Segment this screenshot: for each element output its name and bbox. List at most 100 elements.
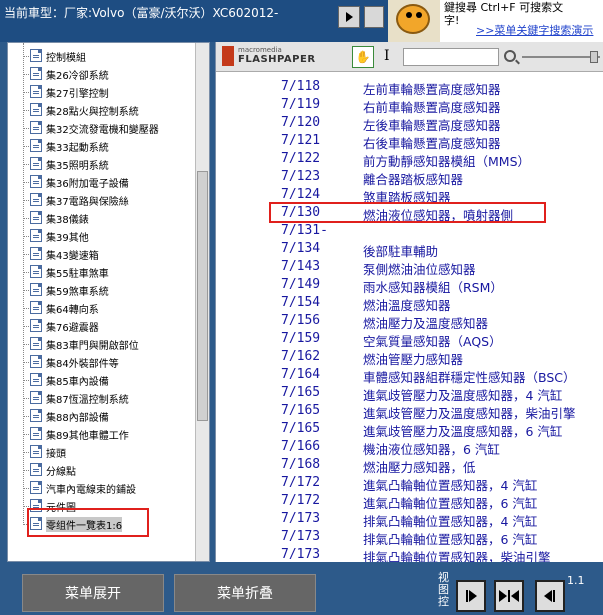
tree-item[interactable]: 控制模組: [8, 47, 196, 65]
document-row: 7/165 進氣歧管壓力及溫度感知器，6 汽缸: [216, 421, 603, 439]
component-code: 7/124: [281, 187, 321, 202]
play-icon: [345, 12, 353, 22]
component-code: 7/165: [281, 403, 321, 418]
component-description: 燃油管壓力感知器: [363, 352, 464, 367]
component-description: 右後車輪懸置高度感知器: [363, 136, 501, 151]
zoom-slider[interactable]: [522, 51, 600, 63]
component-description: 燃油壓力及溫度感知器: [363, 316, 489, 331]
tree-item[interactable]: 集32交流發電機和變壓器: [8, 119, 196, 137]
left-arrow-icon: [511, 590, 519, 602]
tree-item[interactable]: 集87恆溫控制系統: [8, 389, 196, 407]
tree-item-label: 接頭: [46, 448, 66, 460]
component-description: 燃油溫度感知器: [363, 298, 451, 313]
logo-product: FLASHPAPER: [238, 54, 316, 65]
expand-menu-button[interactable]: 菜单展开: [22, 574, 164, 612]
document-row: 7/122 前方動靜感知器模組（MMS）: [216, 151, 603, 169]
tree-item[interactable]: 集33起動系統: [8, 137, 196, 155]
tree-item-label: 集28點火與控制系統: [46, 106, 139, 118]
document-icon: [30, 319, 42, 332]
secondary-nav-button[interactable]: [364, 6, 384, 28]
tree-item[interactable]: 集85車內設備: [8, 371, 196, 389]
tree-item[interactable]: 集43變速箱: [8, 245, 196, 263]
document-row: 7/120 左後車輪懸置高度感知器: [216, 115, 603, 133]
tree-item[interactable]: 集76避震器: [8, 317, 196, 335]
component-description: 進氣凸輪軸位置感知器，4 汽缸: [363, 478, 538, 493]
tree-item[interactable]: 集37電路與保險絲: [8, 191, 196, 209]
tree-item-label: 汽車內電線束的鋪設: [46, 484, 136, 496]
tree-item[interactable]: 集55駐車煞車: [8, 263, 196, 281]
component-description: 進氣歧管壓力及溫度感知器，6 汽缸: [363, 424, 563, 439]
component-code: 7/119: [281, 97, 321, 112]
tree-item[interactable]: 集89其他車體工作: [8, 425, 196, 443]
next-page-button[interactable]: [338, 6, 360, 28]
tree-scrollbar[interactable]: [195, 43, 209, 561]
tree-item-label: 集64轉向系: [46, 304, 99, 316]
hand-tool-button[interactable]: ✋: [352, 46, 374, 68]
document-icon: [30, 301, 42, 314]
component-description: 離合器踏板感知器: [363, 172, 464, 187]
tree-item[interactable]: 集39其他: [8, 227, 196, 245]
tree-item[interactable]: 分線點: [8, 461, 196, 479]
tree-item[interactable]: 集88內部設備: [8, 407, 196, 425]
component-description: 雨水感知器模組（RSM）: [363, 280, 503, 295]
component-code: 7/166: [281, 439, 321, 454]
tree-item-label: 集84外裝部件等: [46, 358, 119, 370]
document-row: 7/121 右後車輪懸置高度感知器: [216, 133, 603, 151]
document-icon: [30, 229, 42, 242]
menu-tree-panel: 控制模組 集26冷卻系統 集27引擎控制集28點火與控制系統 集32交流發電機和變壓器…: [7, 42, 210, 562]
component-description: 左後車輪懸置高度感知器: [363, 118, 501, 133]
tree-item-label: 集37電路與保險絲: [46, 196, 129, 208]
view-prev-button[interactable]: [535, 580, 565, 612]
document-icon: [30, 247, 42, 260]
component-code: 7/173: [281, 511, 321, 526]
view-control-label: 视 图 控: [438, 572, 449, 608]
mascot-logo: [388, 0, 440, 42]
component-code: 7/149: [281, 277, 321, 292]
view-split-button[interactable]: [494, 580, 524, 612]
viewer-toolbar: macromedia FLASHPAPER ✋ I: [216, 42, 603, 72]
document-icon: [30, 337, 42, 350]
component-description: 前方動靜感知器模組（MMS）: [363, 154, 531, 169]
zoom-slider-knob[interactable]: [590, 51, 598, 63]
tree-item[interactable]: 汽車內電線束的鋪設: [8, 479, 196, 497]
tree-item[interactable]: 接頭: [8, 443, 196, 461]
hint-demo-link[interactable]: >>菜单关鍵字搜索演示: [476, 24, 593, 37]
component-description: 泵側燃油油位感知器: [363, 262, 476, 277]
component-code: 7/172: [281, 493, 321, 508]
tree-item-label: 集83車門與開啟部位: [46, 340, 139, 352]
tree-item[interactable]: 集26冷卻系統: [8, 65, 196, 83]
tree-item[interactable]: 集28點火與控制系統: [8, 101, 196, 119]
component-description: 進氣歧管壓力及溫度感知器，4 汽缸: [363, 388, 563, 403]
tree-item[interactable]: 集83車門與開啟部位: [8, 335, 196, 353]
tree-item[interactable]: 集36附加電子設備: [8, 173, 196, 191]
logo-brand: macromedia: [238, 46, 282, 54]
tree-item[interactable]: 集64轉向系: [8, 299, 196, 317]
document-row: 7/165 進氣歧管壓力及溫度感知器，4 汽缸: [216, 385, 603, 403]
document-row: 7/173 排氣凸輪軸位置感知器，6 汽缸: [216, 529, 603, 547]
text-select-tool-button[interactable]: I: [384, 48, 390, 64]
tree-item-label: 集36附加電子設備: [46, 178, 129, 190]
document-icon: [30, 121, 42, 134]
document-icon: [30, 445, 42, 458]
document-icon: [30, 175, 42, 188]
document-icon: [30, 103, 42, 116]
document-row: 7/173 排氣凸輪軸位置感知器，柴油引擎: [216, 547, 603, 562]
view-next-button[interactable]: [456, 580, 486, 612]
component-code: 7/165: [281, 385, 321, 400]
find-input[interactable]: [403, 48, 499, 66]
document-icon: [30, 427, 42, 440]
tree-item[interactable]: 集59煞車系統: [8, 281, 196, 299]
tree-item[interactable]: 集27引擎控制: [8, 83, 196, 101]
document-icon: [30, 391, 42, 404]
tree-item[interactable]: 集35照明系統: [8, 155, 196, 173]
tree-item[interactable]: 集38儀錶: [8, 209, 196, 227]
document-row: 7/168 燃油壓力感知器，低: [216, 457, 603, 475]
collapse-menu-button[interactable]: 菜单折叠: [174, 574, 316, 612]
component-description: 排氣凸輪軸位置感知器，4 汽缸: [363, 514, 538, 529]
document-icon: [30, 355, 42, 368]
tree-item[interactable]: 集84外裝部件等: [8, 353, 196, 371]
component-description: 進氣歧管壓力及溫度感知器，柴油引擎: [363, 406, 576, 421]
tree-scrollbar-thumb[interactable]: [197, 171, 208, 421]
document-icon: [30, 49, 42, 62]
tree-item-label: 集33起動系統: [46, 142, 109, 154]
